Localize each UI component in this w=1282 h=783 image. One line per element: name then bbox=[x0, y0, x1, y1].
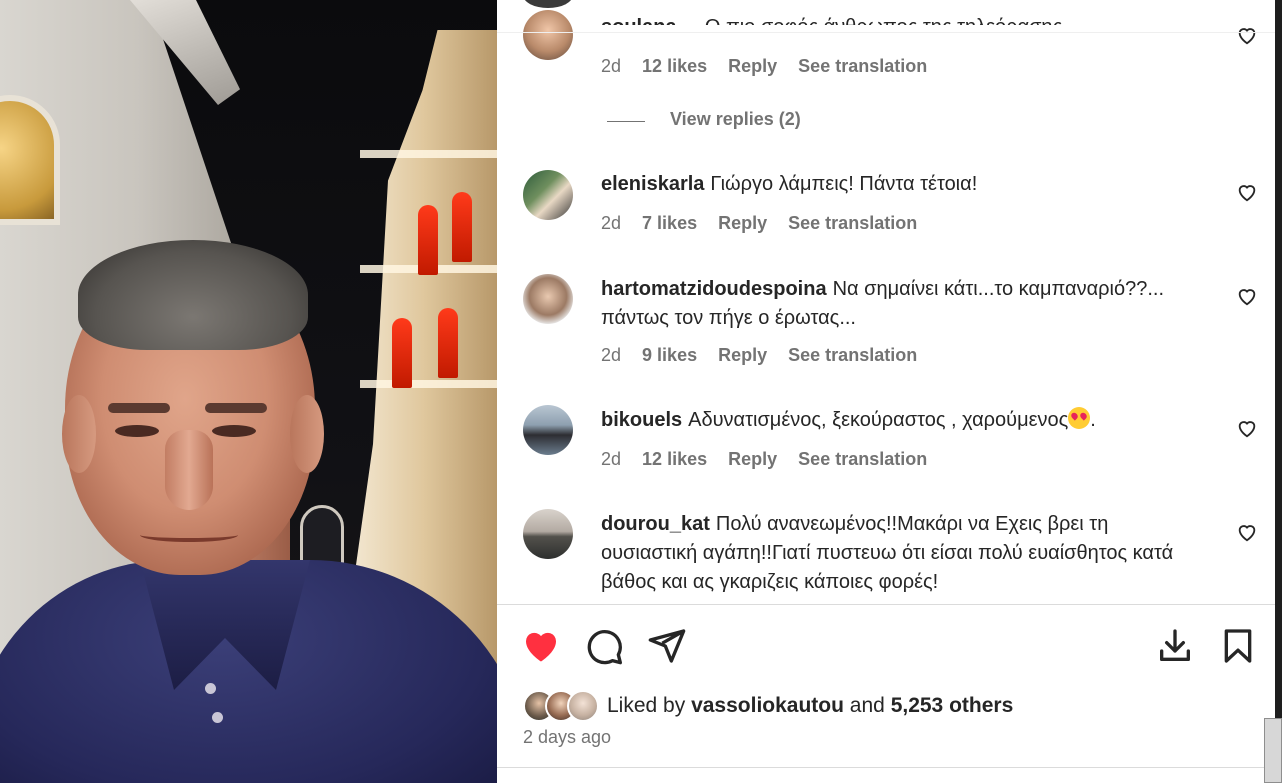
comment-age: 2d bbox=[601, 56, 622, 76]
heart-eyes-emoji bbox=[1068, 407, 1091, 429]
comment-meta: 2d 12 likes Reply See translation bbox=[601, 449, 943, 470]
comment-text: dourou_kat Πολύ ανανεωμένος!!Μακάρι να Εχ… bbox=[601, 510, 1201, 597]
person-hair bbox=[78, 240, 308, 350]
heart-outline-icon[interactable] bbox=[1236, 181, 1258, 203]
shirt-button bbox=[205, 683, 216, 694]
comment-text: hartomatzidoudespoina Να σημαίνει κάτι...… bbox=[601, 275, 1221, 333]
comment-username[interactable]: hartomatzidoudespoina bbox=[601, 278, 827, 300]
person-eye bbox=[212, 425, 256, 437]
sticky-divider bbox=[497, 32, 1275, 33]
post-photo bbox=[0, 0, 497, 783]
person-brow bbox=[108, 403, 170, 413]
post-timestamp[interactable]: 2 days ago bbox=[523, 727, 611, 748]
comment-username[interactable]: dourou_kat bbox=[601, 513, 710, 535]
see-translation-button[interactable]: See translation bbox=[788, 345, 917, 365]
see-translation-button[interactable]: See translation bbox=[788, 213, 917, 233]
reply-button[interactable]: Reply bbox=[728, 449, 777, 469]
comments-list[interactable]: soulana__ Ο πιο σοφός άνθρωπος της τηλεόρ… bbox=[497, 0, 1275, 604]
comment-age: 2d bbox=[601, 449, 622, 469]
avatar[interactable] bbox=[523, 274, 573, 324]
scrollbar-track[interactable] bbox=[1275, 0, 1282, 783]
liked-by-username[interactable]: vassoliokautou bbox=[691, 694, 844, 717]
comment-likes[interactable]: 12 likes bbox=[642, 56, 707, 76]
footer-divider bbox=[497, 767, 1275, 768]
comment-text: eleniskarla Γιώργο λάμπεις! Πάντα τέτοια! bbox=[601, 170, 1221, 199]
reply-button[interactable]: Reply bbox=[718, 213, 767, 233]
comment-likes[interactable]: 7 likes bbox=[642, 213, 697, 233]
scrollbar-thumb[interactable] bbox=[1264, 718, 1282, 783]
liked-by-and: and bbox=[849, 694, 885, 717]
comment-text: bikouels Αδυνατισμένος, ξεκούραστος , χαρ… bbox=[601, 406, 1221, 435]
see-translation-button[interactable]: See translation bbox=[798, 449, 927, 469]
avatar[interactable] bbox=[523, 10, 573, 60]
comment-username[interactable]: eleniskarla bbox=[601, 173, 704, 195]
paper-plane-icon[interactable] bbox=[647, 626, 687, 666]
tower-ledge bbox=[360, 380, 497, 388]
bookmark-icon[interactable] bbox=[1218, 626, 1258, 666]
person-ear bbox=[290, 395, 324, 473]
person-brow bbox=[205, 403, 267, 413]
comment-bubble-icon[interactable] bbox=[584, 626, 624, 666]
comment-meta: 2d 12 likes Reply See translation bbox=[601, 56, 943, 77]
comment-body-suffix: . bbox=[1090, 409, 1096, 431]
comment-username[interactable]: bikouels bbox=[601, 409, 682, 431]
tower-window bbox=[392, 318, 412, 388]
see-translation-button[interactable]: See translation bbox=[798, 56, 927, 76]
reply-button[interactable]: Reply bbox=[728, 56, 777, 76]
tower-window bbox=[418, 205, 438, 275]
comment-body: Γιώργο λάμπεις! Πάντα τέτοια! bbox=[710, 173, 978, 195]
heart-outline-icon[interactable] bbox=[1236, 285, 1258, 307]
actions-divider bbox=[497, 604, 1275, 605]
person-eye bbox=[115, 425, 159, 437]
liked-by-text: Liked by vassoliokautou and 5,253 others bbox=[607, 694, 1013, 718]
person-nose bbox=[165, 430, 213, 510]
avatar[interactable] bbox=[523, 509, 573, 559]
heart-filled-icon[interactable] bbox=[521, 626, 561, 666]
avatar[interactable] bbox=[523, 405, 573, 455]
shirt-button bbox=[212, 712, 223, 723]
download-icon[interactable] bbox=[1155, 626, 1195, 666]
liked-by-others-link[interactable]: 5,253 others bbox=[891, 694, 1014, 717]
comment-age: 2d bbox=[601, 345, 622, 365]
reply-button[interactable]: Reply bbox=[718, 345, 767, 365]
comment-meta: 2d 9 likes Reply See translation bbox=[601, 345, 933, 366]
comment-age: 2d bbox=[601, 213, 622, 233]
avatar[interactable] bbox=[523, 170, 573, 220]
heart-outline-icon[interactable] bbox=[1236, 521, 1258, 543]
liked-by-prefix: Liked by bbox=[607, 694, 686, 717]
comment-likes[interactable]: 12 likes bbox=[642, 449, 707, 469]
comment-likes[interactable]: 9 likes bbox=[642, 345, 697, 365]
person-mouth bbox=[140, 528, 238, 542]
tower-window bbox=[438, 308, 458, 378]
view-replies-button[interactable]: View replies (2) bbox=[670, 109, 801, 130]
tower-ledge bbox=[360, 150, 497, 158]
comment-body: Αδυνατισμένος, ξεκούραστος , χαρούμενος bbox=[688, 409, 1069, 431]
tower-window bbox=[452, 192, 472, 262]
avatar bbox=[567, 690, 599, 722]
post-details-panel: soulana__ Ο πιο σοφός άνθρωπος της τηλεόρ… bbox=[497, 0, 1275, 783]
avatar[interactable] bbox=[523, 0, 573, 8]
heart-outline-icon[interactable] bbox=[1236, 24, 1258, 46]
replies-line bbox=[607, 121, 645, 122]
comment-meta: 2d 7 likes Reply See translation bbox=[601, 213, 933, 234]
heart-outline-icon[interactable] bbox=[1236, 417, 1258, 439]
person-ear bbox=[62, 395, 96, 473]
